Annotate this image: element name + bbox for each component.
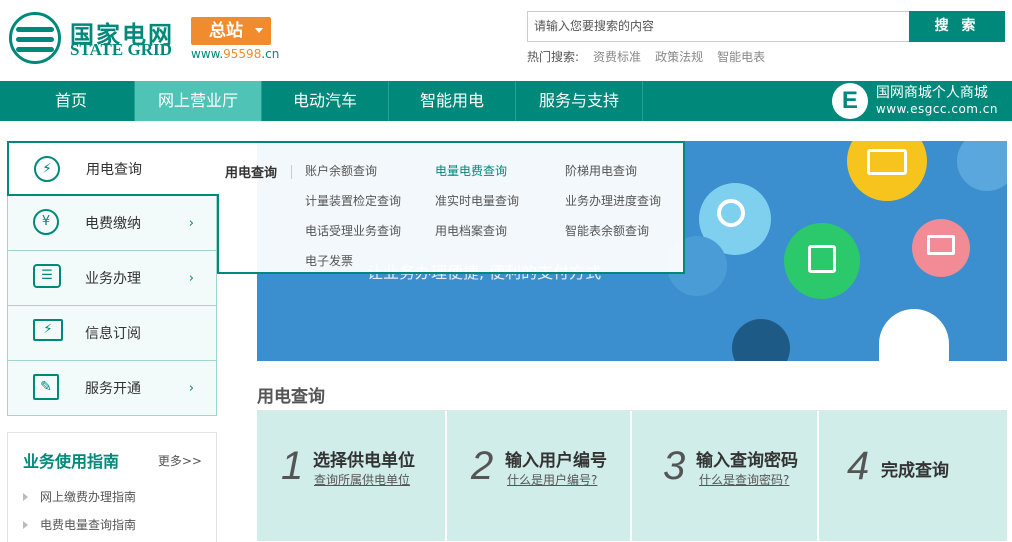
monitor-bolt-icon: ⚡ [33, 319, 63, 341]
card-icon [847, 141, 927, 201]
dropdown-link[interactable]: 电子发票 [305, 252, 353, 269]
hot-search-bar: 热门搜索: 资费标准 政策法规 智能电表 [527, 48, 765, 65]
nav-home[interactable]: 首页 [8, 81, 135, 121]
step-number: 3 [663, 444, 686, 488]
dropdown-link[interactable]: 计量装置检定查询 [305, 192, 401, 209]
mouse-icon [879, 309, 949, 361]
guide-more-link[interactable]: 更多>> [158, 452, 202, 469]
zhanzhan-label: 总站 [209, 21, 243, 41]
step-number: 1 [281, 444, 304, 488]
step-title: 输入查询密码 [696, 451, 798, 471]
zhanzhan-dropdown[interactable]: 总站 [191, 17, 271, 45]
hot-search-link[interactable]: 政策法规 [655, 48, 703, 65]
decor-circle [957, 141, 1007, 191]
guide-title: 业务使用指南 [23, 452, 120, 471]
monitor-bolt-icon [912, 219, 970, 277]
step-title: 完成查询 [881, 461, 949, 481]
section-title: 用电查询 [257, 387, 325, 407]
chevron-right-icon: › [188, 380, 194, 396]
step-1: 1 选择供电单位 查询所属供电单位 [257, 411, 445, 541]
nav-service-support[interactable]: 服务与支持 [516, 81, 643, 121]
dropdown-link[interactable]: 业务办理进度查询 [565, 192, 661, 209]
triangle-right-icon [23, 521, 28, 529]
nav-online-hall[interactable]: 网上营业厅 [135, 81, 262, 121]
hot-search-label: 热门搜索: [527, 50, 580, 64]
hot-search-link[interactable]: 智能电表 [717, 48, 765, 65]
sidebar-item-label: 信息订阅 [85, 326, 141, 342]
sidebar-item-label: 用电查询 [86, 161, 142, 178]
sidebar-item-label: 服务开通 [85, 381, 141, 397]
esgcc-mall-link[interactable]: E 国网商城个人商城 www.esgcc.com.cn [831, 81, 998, 121]
step-link[interactable]: 什么是查询密码? [699, 471, 789, 488]
sidebar-item-bill-payment[interactable]: ¥ 电费缴纳 › [7, 196, 217, 251]
triangle-right-icon [23, 493, 28, 501]
dropdown-title: 用电查询 [225, 166, 278, 181]
nav-smart-power[interactable]: 智能用电 [389, 81, 516, 121]
search-button[interactable]: 搜 索 [909, 11, 1005, 42]
mall-title: 国网商城个人商城 [875, 85, 988, 101]
dropdown-link[interactable]: 智能表余额查询 [565, 222, 649, 239]
chat-icon: ☰ [33, 264, 61, 288]
business-guide: 业务使用指南 更多>> 网上缴费办理指南 电费电量查询指南 [7, 432, 217, 542]
step-title: 选择供电单位 [313, 451, 415, 471]
edit-icon: ✎ [33, 374, 59, 400]
divider [291, 165, 292, 179]
sidebar-item-business[interactable]: ☰ 业务办理 › [7, 251, 217, 306]
guide-item[interactable]: 网上缴费办理指南 [23, 488, 136, 505]
main-nav: 首页 网上营业厅 电动汽车 智能用电 服务与支持 E 国网商城个人商城 www.… [0, 81, 1012, 121]
dropdown-link[interactable]: 用电档案查询 [435, 222, 507, 239]
step-number: 4 [847, 444, 870, 488]
sidebar: ⚡ 用电查询 ¥ 电费缴纳 › ☰ 业务办理 › ⚡ 信息订阅 ✎ 服务开通 › [7, 141, 219, 416]
search-input[interactable]: 请输入您要搜索的内容 [527, 11, 909, 42]
sidebar-item-service-activation[interactable]: ✎ 服务开通 › [7, 361, 217, 416]
esgcc-e-icon: E [831, 83, 868, 119]
logo-english-text[interactable]: STATE GRID [70, 40, 172, 60]
step-3: 3 输入查询密码 什么是查询密码? [632, 411, 817, 541]
usage-query-dropdown: 用电查询 账户余额查询 电量电费查询 阶梯用电查询 计量装置检定查询 准实时电量… [217, 141, 685, 274]
coins-icon: ¥ [33, 209, 59, 235]
step-link[interactable]: 什么是用户编号? [507, 471, 597, 488]
sidebar-item-subscription[interactable]: ⚡ 信息订阅 [7, 306, 217, 361]
dropdown-link[interactable]: 阶梯用电查询 [565, 162, 637, 179]
step-number: 2 [471, 444, 494, 488]
sidebar-item-label: 业务办理 [85, 271, 141, 287]
mall-url: www.esgcc.com.cn [875, 102, 998, 116]
chevron-right-icon: › [188, 270, 194, 286]
nav-ev[interactable]: 电动汽车 [262, 81, 389, 121]
dropdown-link[interactable]: 电话受理业务查询 [305, 222, 401, 239]
sidebar-item-label: 电费缴纳 [85, 216, 141, 232]
tools-icon [732, 319, 790, 361]
step-title: 输入用户编号 [505, 451, 607, 471]
step-2: 2 输入用户编号 什么是用户编号? [447, 411, 630, 541]
sidebar-item-usage-query[interactable]: ⚡ 用电查询 [7, 141, 219, 196]
chevron-right-icon: › [188, 215, 194, 231]
search-bolt-icon: ⚡ [34, 156, 60, 182]
dropdown-link[interactable]: 准实时电量查询 [435, 192, 519, 209]
query-steps: 1 选择供电单位 查询所属供电单位 2 输入用户编号 什么是用户编号? 3 输入… [257, 411, 1007, 541]
step-link[interactable]: 查询所属供电单位 [314, 471, 410, 488]
state-grid-logo-icon[interactable] [9, 12, 61, 64]
step-4: 4 完成查询 [819, 411, 1007, 541]
guide-item[interactable]: 电费电量查询指南 [23, 516, 136, 533]
dropdown-link[interactable]: 账户余额查询 [305, 162, 377, 179]
edit-icon [784, 223, 860, 299]
chevron-down-icon [255, 28, 263, 33]
dropdown-link[interactable]: 电量电费查询 [435, 162, 507, 179]
site-header: 国家电网 STATE GRID 总站 www.95598.cn 请输入您要搜索的… [0, 0, 1012, 80]
hot-search-link[interactable]: 资费标准 [593, 48, 641, 65]
site-url[interactable]: www.95598.cn [191, 47, 279, 61]
